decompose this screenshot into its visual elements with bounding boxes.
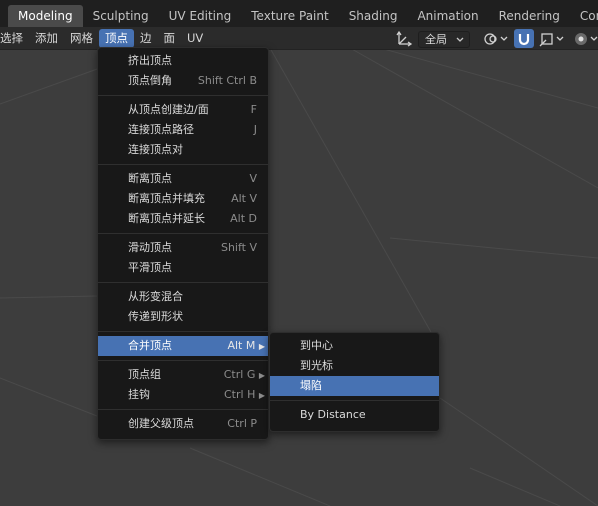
menu-item-label: 平滑顶点: [128, 261, 172, 274]
snap-target-dropdown[interactable]: [538, 29, 568, 48]
menu-item-shortcut: Alt M ▶: [227, 339, 265, 352]
viewport-3d[interactable]: [0, 48, 598, 506]
menu-separator: [98, 331, 268, 332]
menu-item-label: 断离顶点并延长: [128, 212, 205, 225]
menu-face[interactable]: 面: [158, 29, 182, 48]
menu-select[interactable]: 选择: [0, 29, 29, 48]
menu-item-at-cursor[interactable]: 到光标: [270, 356, 439, 376]
orientation-value: 全局: [425, 33, 447, 46]
submenu-arrow-icon: ▶: [258, 342, 265, 351]
menu-separator: [98, 360, 268, 361]
menu-item-label: 滑动顶点: [128, 241, 172, 254]
tab-texture-paint[interactable]: Texture Paint: [241, 5, 338, 27]
workspace-tabs: Modeling Sculpting UV Editing Texture Pa…: [0, 0, 598, 27]
menu-item-shortcut: V: [249, 172, 257, 185]
menu-separator: [270, 400, 439, 401]
menu-item-label: 从顶点创建边/面: [128, 103, 209, 116]
transform-orientation-icon[interactable]: [394, 30, 414, 48]
menu-item-hooks[interactable]: 挂钩 Ctrl H ▶: [98, 385, 268, 405]
menu-item-label: 顶点倒角: [128, 74, 172, 87]
snap-magnet-icon: [518, 33, 530, 45]
proportional-edit-icon: [539, 32, 564, 46]
menu-add[interactable]: 添加: [29, 29, 64, 48]
menu-item-propagate-to-shapes[interactable]: 传递到形状: [98, 307, 268, 327]
menu-item-label: 从形变混合: [128, 290, 183, 303]
merge-submenu: 到中心 到光标 塌陷 By Distance: [269, 332, 440, 432]
menu-item-shortcut: Ctrl G ▶: [223, 368, 265, 381]
menu-item-new-edge-face[interactable]: 从顶点创建边/面 F: [98, 100, 268, 120]
menu-item-by-distance[interactable]: By Distance: [270, 405, 439, 425]
menu-item-at-center[interactable]: 到中心: [270, 336, 439, 356]
tab-compositing[interactable]: Compositing: [570, 5, 598, 27]
menu-vertex[interactable]: 顶点: [99, 28, 134, 48]
menu-item-shortcut: Shift Ctrl B: [197, 74, 257, 87]
tab-rendering[interactable]: Rendering: [489, 5, 570, 27]
menu-separator: [98, 164, 268, 165]
menu-item-slide-vertices[interactable]: 滑动顶点 Shift V: [98, 238, 268, 258]
menu-item-connect-vertex-path[interactable]: 连接顶点路径 J: [98, 120, 268, 140]
menu-item-make-vertex-parent[interactable]: 创建父级顶点 Ctrl P: [98, 414, 268, 434]
menu-item-label: 顶点组: [128, 368, 161, 381]
menu-separator: [98, 95, 268, 96]
menu-separator: [98, 282, 268, 283]
menu-item-rip-fill[interactable]: 断离顶点并填充 Alt V: [98, 189, 268, 209]
menu-item-label: 传递到形状: [128, 310, 183, 323]
menu-item-connect-vertex-pairs[interactable]: 连接顶点对: [98, 140, 268, 160]
menu-item-shortcut: J: [253, 123, 257, 136]
menu-item-label: 合并顶点: [128, 339, 172, 352]
menu-item-extrude-vertices[interactable]: 挤出顶点: [98, 51, 268, 71]
snap-toggle[interactable]: [514, 29, 534, 48]
menu-item-shortcut: Ctrl P: [227, 417, 257, 430]
menu-item-label: 挤出顶点: [128, 54, 172, 67]
menu-separator: [98, 409, 268, 410]
menu-edge[interactable]: 边: [134, 29, 158, 48]
menu-item-smooth-vertices[interactable]: 平滑顶点: [98, 258, 268, 278]
menu-item-label: 断离顶点并填充: [128, 192, 205, 205]
tab-animation[interactable]: Animation: [407, 5, 488, 27]
tab-modeling[interactable]: Modeling: [8, 5, 83, 27]
menu-item-blend-from-shape[interactable]: 从形变混合: [98, 287, 268, 307]
overlay-icon: [575, 32, 598, 45]
menu-item-collapse[interactable]: 塌陷: [270, 376, 439, 396]
menu-item-shortcut: Alt D: [230, 212, 257, 225]
menu-item-shortcut: Alt V: [231, 192, 257, 205]
menu-item-bevel-vertices[interactable]: 顶点倒角 Shift Ctrl B: [98, 71, 268, 91]
tab-uv-editing[interactable]: UV Editing: [159, 5, 242, 27]
menu-item-shortcut: Shift V: [220, 241, 257, 254]
menu-item-label: 连接顶点对: [128, 143, 183, 156]
pivot-point-dropdown[interactable]: [482, 29, 510, 48]
submenu-arrow-icon: ▶: [258, 371, 265, 380]
tab-sculpting[interactable]: Sculpting: [83, 5, 159, 27]
menu-item-rip-extend[interactable]: 断离顶点并延长 Alt D: [98, 209, 268, 229]
menu-item-label: 挂钩: [128, 388, 150, 401]
menu-item-rip-vertices[interactable]: 断离顶点 V: [98, 169, 268, 189]
transform-orientation: 全局: [394, 30, 474, 48]
menu-item-merge-vertices[interactable]: 合并顶点 Alt M ▶: [98, 336, 268, 356]
chevron-down-icon: [456, 37, 464, 42]
overlay-toggle[interactable]: [574, 29, 598, 48]
submenu-arrow-icon: ▶: [258, 391, 265, 400]
vertex-menu: 挤出顶点 顶点倒角 Shift Ctrl B 从顶点创建边/面 F 连接顶点路径 J …: [97, 47, 269, 440]
menu-item-vertex-groups[interactable]: 顶点组 Ctrl G ▶: [98, 365, 268, 385]
tab-shading[interactable]: Shading: [339, 5, 408, 27]
menu-item-shortcut: Ctrl H ▶: [224, 388, 265, 401]
menu-uv[interactable]: UV: [181, 29, 209, 48]
pivot-link-icon: [484, 32, 508, 45]
orientation-select[interactable]: 全局: [418, 30, 470, 48]
menu-item-label: 创建父级顶点: [128, 417, 194, 430]
menu-item-shortcut: F: [250, 103, 257, 116]
menu-mesh[interactable]: 网格: [64, 29, 99, 48]
menu-item-label: 断离顶点: [128, 172, 172, 185]
menu-item-label: 连接顶点路径: [128, 123, 194, 136]
menu-separator: [98, 233, 268, 234]
